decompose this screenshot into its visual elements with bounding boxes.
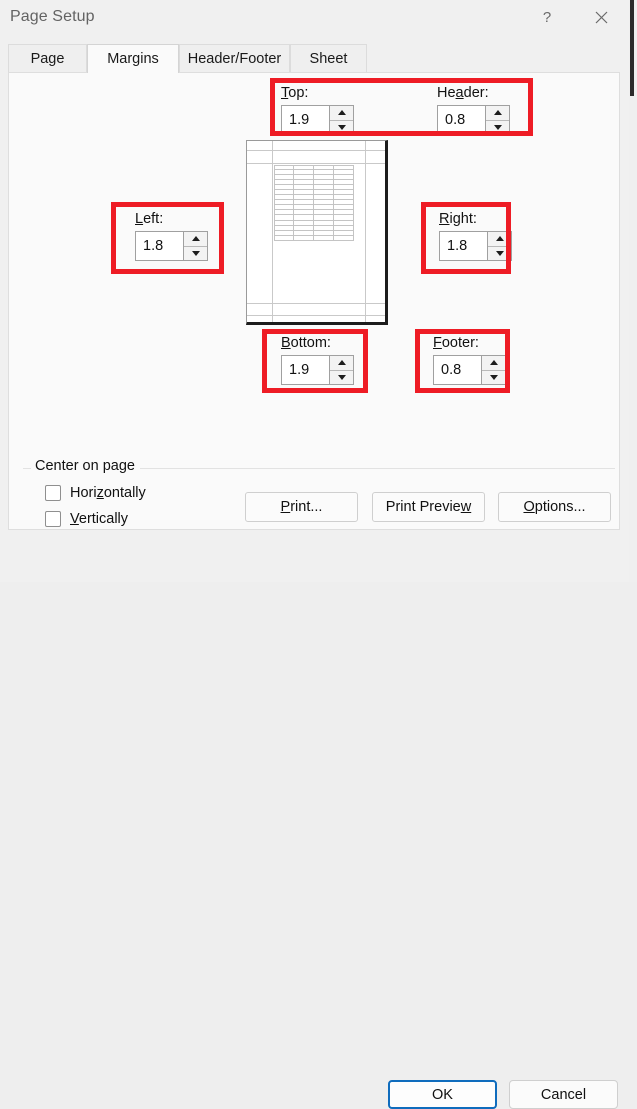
left-margin-stepper[interactable]: [183, 232, 207, 260]
top-margin-spinbox[interactable]: 1.9: [281, 105, 354, 135]
page-setup-dialog: Page Setup ? Page Margins Header/Footer …: [0, 0, 629, 1109]
tab-page[interactable]: Page: [8, 44, 87, 72]
bottom-margin-increment[interactable]: [330, 356, 353, 371]
dialog-footer: OK Cancel: [0, 534, 629, 1109]
bottom-margin-value[interactable]: 1.9: [282, 356, 329, 384]
left-margin-label: Left:: [135, 211, 164, 227]
top-margin-increment[interactable]: [330, 106, 353, 121]
tab-strip: Page Margins Header/Footer Sheet: [8, 44, 620, 73]
options-button[interactable]: Options...: [498, 492, 611, 522]
center-on-page-label: Center on page: [31, 458, 140, 474]
bottom-margin-label: Bottom:: [281, 335, 331, 351]
vertically-checkbox[interactable]: [45, 511, 61, 527]
tab-margins[interactable]: Margins: [87, 44, 179, 73]
cancel-button[interactable]: Cancel: [509, 1080, 618, 1109]
footer-margin-increment[interactable]: [482, 356, 505, 371]
close-icon[interactable]: [578, 0, 624, 34]
horizontally-label: Horizontally: [70, 485, 146, 501]
top-margin-value[interactable]: 1.9: [282, 106, 329, 134]
print-button[interactable]: Print...: [245, 492, 358, 522]
right-margin-increment[interactable]: [488, 232, 511, 247]
ok-button[interactable]: OK: [388, 1080, 497, 1109]
preview-bottom-margin-guide: [247, 303, 385, 304]
left-margin-increment[interactable]: [184, 232, 207, 247]
right-margin-spinbox[interactable]: 1.8: [439, 231, 512, 261]
tab-sheet-label: Sheet: [309, 50, 348, 67]
top-margin-decrement[interactable]: [330, 120, 353, 134]
preview-header-guide: [247, 150, 385, 151]
tab-margins-label: Margins: [107, 51, 159, 67]
left-margin-decrement[interactable]: [184, 246, 207, 260]
tab-header-footer[interactable]: Header/Footer: [179, 44, 290, 72]
horizontally-checkbox-row[interactable]: Horizontally: [45, 485, 146, 501]
preview-top-margin-guide: [247, 163, 385, 164]
top-margin-stepper[interactable]: [329, 106, 353, 134]
footer-margin-spinbox[interactable]: 0.8: [433, 355, 506, 385]
tab-header-footer-label: Header/Footer: [187, 50, 282, 67]
preview-right-margin-guide: [365, 141, 366, 322]
right-margin-decrement[interactable]: [488, 246, 511, 260]
left-margin-value[interactable]: 1.8: [136, 232, 183, 260]
right-margin-stepper[interactable]: [487, 232, 511, 260]
header-margin-label: Header:: [437, 85, 489, 101]
dialog-title: Page Setup: [10, 8, 95, 25]
right-margin-value[interactable]: 1.8: [440, 232, 487, 260]
header-margin-stepper[interactable]: [485, 106, 509, 134]
footer-margin-label: Footer:: [433, 335, 479, 351]
tab-sheet[interactable]: Sheet: [290, 44, 367, 72]
footer-margin-stepper[interactable]: [481, 356, 505, 384]
vertically-checkbox-row[interactable]: Vertically: [45, 511, 128, 527]
bottom-margin-spinbox[interactable]: 1.9: [281, 355, 354, 385]
right-margin-label: Right:: [439, 211, 477, 227]
top-margin-label: Top:: [281, 85, 309, 101]
bottom-margin-decrement[interactable]: [330, 370, 353, 384]
header-margin-increment[interactable]: [486, 106, 509, 121]
footer-margin-value[interactable]: 0.8: [434, 356, 481, 384]
background-scrollbar-thumb[interactable]: [630, 0, 634, 96]
print-preview-button[interactable]: Print Previe w: [372, 492, 485, 522]
header-margin-decrement[interactable]: [486, 120, 509, 134]
tab-page-label: Page: [30, 50, 65, 67]
help-icon[interactable]: ?: [524, 0, 570, 34]
footer-margin-decrement[interactable]: [482, 370, 505, 384]
vertically-label: Vertically: [70, 511, 129, 527]
bottom-margin-stepper[interactable]: [329, 356, 353, 384]
preview-grid-outline: [274, 165, 354, 241]
page-preview: [246, 140, 388, 325]
preview-footer-guide: [247, 315, 385, 316]
left-margin-spinbox[interactable]: 1.8: [135, 231, 208, 261]
horizontally-checkbox[interactable]: [45, 485, 61, 501]
preview-left-margin-guide: [272, 141, 273, 322]
title-bar: Page Setup ?: [0, 0, 629, 38]
header-margin-spinbox[interactable]: 0.8: [437, 105, 510, 135]
preview-cell-grid: [274, 165, 354, 241]
header-margin-value[interactable]: 0.8: [438, 106, 485, 134]
